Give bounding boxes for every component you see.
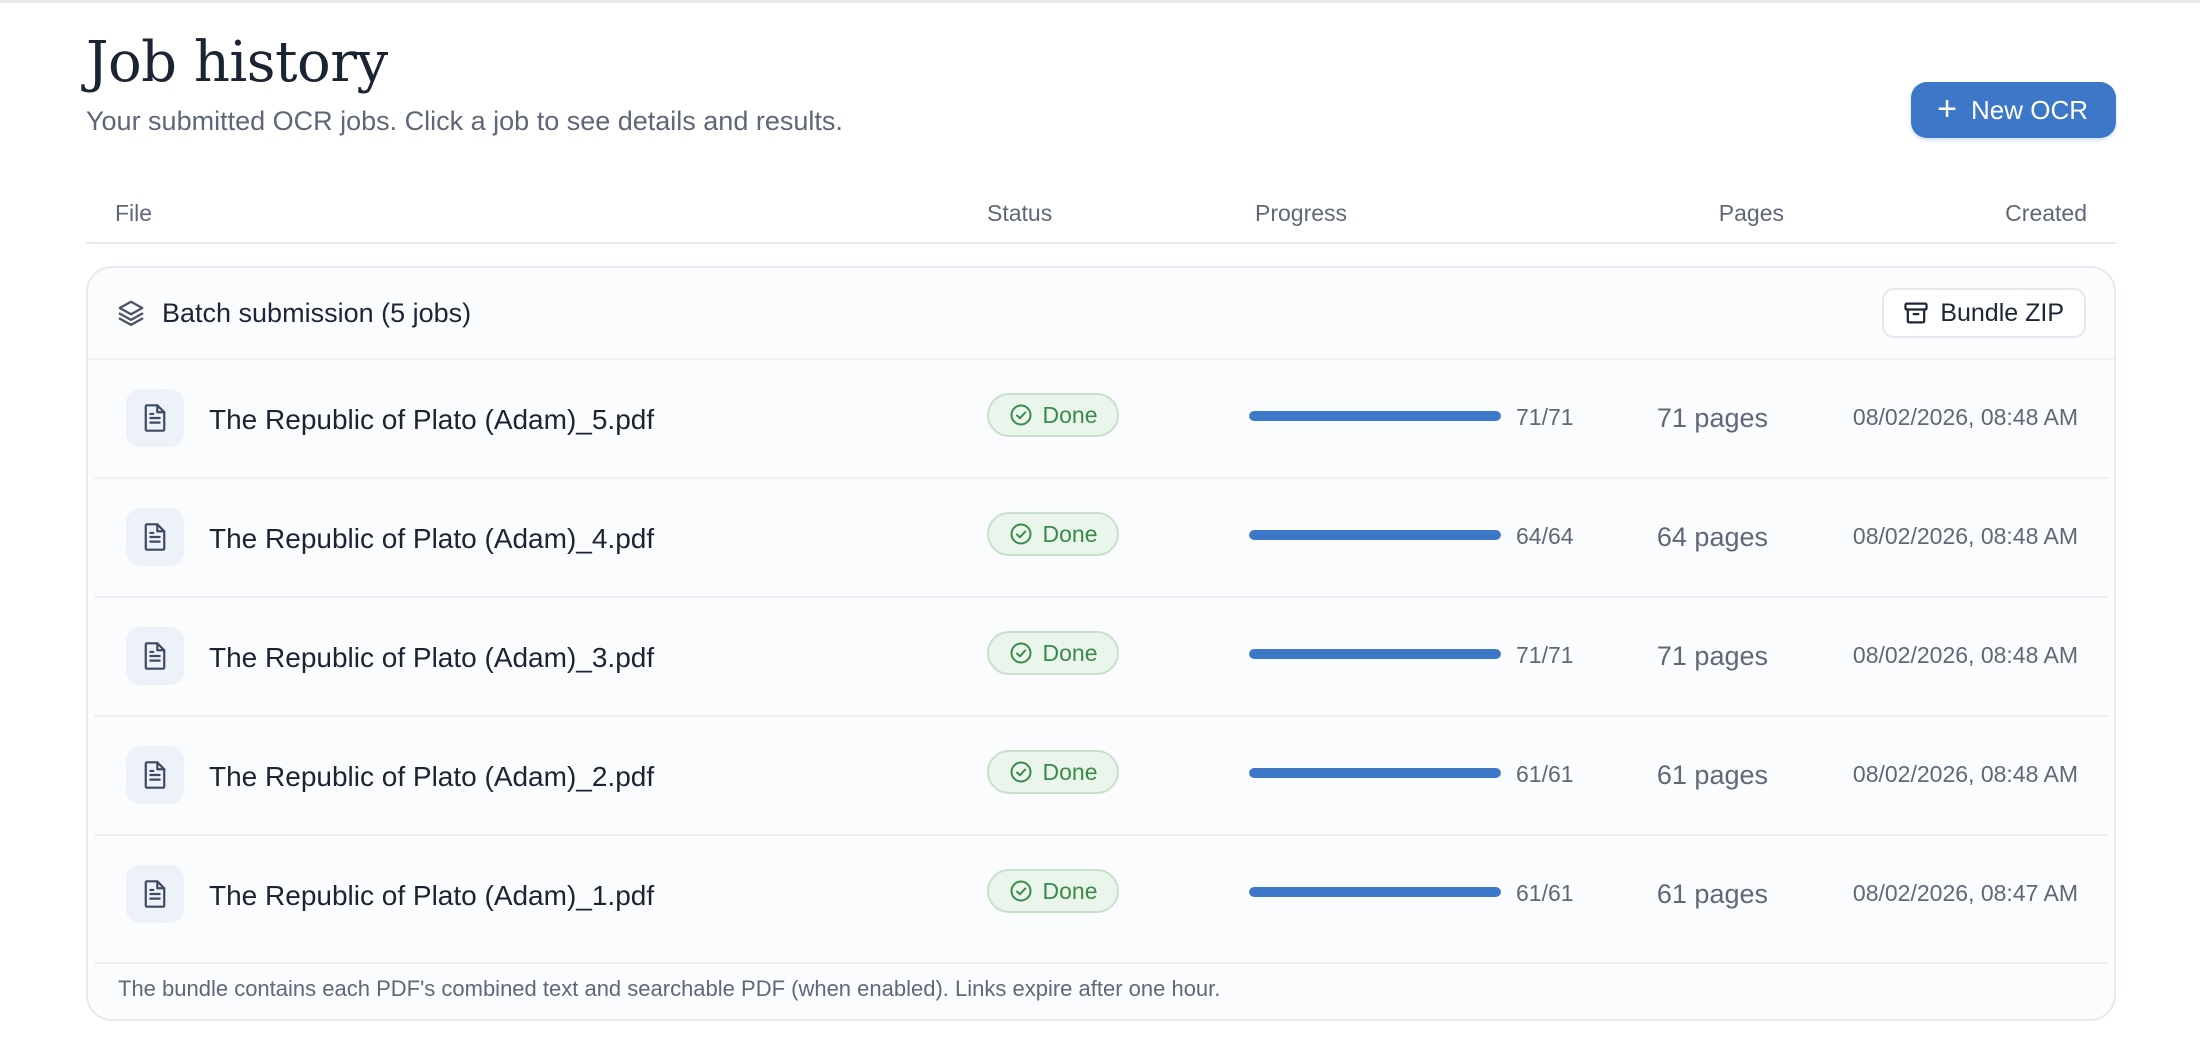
job-file-name: The Republic of Plato (Adam)_3.pdf [209, 642, 655, 673]
progress-count: 71/71 [1516, 404, 1574, 430]
job-file-name: The Republic of Plato (Adam)_1.pdf [209, 880, 655, 911]
column-header-created: Created [2005, 200, 2087, 226]
status-label: Done [1042, 758, 1098, 785]
status-badge: Done [987, 631, 1119, 675]
progress-bar [1249, 768, 1501, 778]
file-icon-box [126, 389, 184, 447]
progress-bar [1249, 530, 1501, 540]
progress-count: 64/64 [1516, 523, 1574, 549]
page-count: 71 pages [1656, 641, 1768, 671]
page-title: Job history [86, 30, 388, 95]
created-timestamp: 08/02/2026, 08:48 AM [1852, 523, 2078, 549]
new-ocr-button[interactable]: + New OCR [1911, 82, 2116, 138]
new-ocr-label: New OCR [1970, 94, 2088, 125]
progress-count: 61/61 [1516, 880, 1574, 906]
batch-card: Batch submission (5 jobs) Bundle ZIP The… [86, 266, 2116, 1021]
bundle-zip-label: Bundle ZIP [1940, 298, 2064, 327]
status-badge: Done [987, 393, 1119, 437]
job-list: The Republic of Plato (Adam)_5.pdf Done … [94, 360, 2108, 964]
page-subtitle: Your submitted OCR jobs. Click a job to … [86, 106, 843, 136]
job-row[interactable]: The Republic of Plato (Adam)_1.pdf Done … [94, 836, 2108, 964]
table-header: File Status Progress Pages Created [86, 196, 2116, 244]
job-file-name: The Republic of Plato (Adam)_4.pdf [209, 523, 655, 554]
progress-bar-fill [1249, 649, 1501, 659]
file-icon-box [126, 746, 184, 804]
job-row[interactable]: The Republic of Plato (Adam)_2.pdf Done … [94, 717, 2108, 836]
job-row[interactable]: The Republic of Plato (Adam)_4.pdf Done … [94, 479, 2108, 598]
progress-bar-fill [1249, 768, 1501, 778]
job-file-name: The Republic of Plato (Adam)_5.pdf [209, 404, 655, 435]
created-timestamp: 08/02/2026, 08:48 AM [1852, 761, 2078, 787]
archive-icon [1904, 302, 1928, 324]
status-label: Done [1042, 877, 1098, 904]
progress-bar [1249, 887, 1501, 897]
batch-header: Batch submission (5 jobs) Bundle ZIP [88, 268, 2114, 360]
progress-bar-fill [1249, 530, 1501, 540]
page-count: 71 pages [1656, 403, 1768, 433]
document-icon [144, 761, 166, 789]
status-badge: Done [987, 750, 1119, 794]
top-divider [0, 0, 2200, 3]
bundle-zip-button[interactable]: Bundle ZIP [1882, 288, 2086, 338]
created-timestamp: 08/02/2026, 08:48 AM [1852, 642, 2078, 668]
check-circle-icon [1010, 880, 1031, 902]
status-badge: Done [987, 512, 1119, 556]
status-label: Done [1042, 639, 1098, 666]
progress-bar-fill [1249, 887, 1501, 897]
job-row[interactable]: The Republic of Plato (Adam)_5.pdf Done … [94, 360, 2108, 479]
column-header-status: Status [987, 200, 1053, 226]
created-timestamp: 08/02/2026, 08:47 AM [1852, 880, 2078, 906]
job-file-name: The Republic of Plato (Adam)_2.pdf [209, 761, 655, 792]
check-circle-icon [1010, 404, 1031, 426]
file-icon-box [126, 865, 184, 923]
bundle-footnote: The bundle contains each PDF's combined … [118, 976, 1221, 1001]
file-icon-box [126, 508, 184, 566]
progress-bar-fill [1249, 411, 1501, 421]
progress-count: 61/61 [1516, 761, 1574, 787]
status-badge: Done [987, 869, 1119, 913]
layers-icon [118, 300, 144, 326]
status-label: Done [1042, 401, 1098, 428]
page-count: 61 pages [1656, 760, 1768, 790]
job-row[interactable]: The Republic of Plato (Adam)_3.pdf Done … [94, 598, 2108, 717]
column-header-pages: Pages [1718, 200, 1784, 226]
page-count: 61 pages [1656, 879, 1768, 909]
document-icon [144, 404, 166, 432]
document-icon [144, 523, 166, 551]
status-label: Done [1042, 520, 1098, 547]
check-circle-icon [1010, 523, 1031, 545]
check-circle-icon [1010, 761, 1031, 783]
created-timestamp: 08/02/2026, 08:48 AM [1852, 404, 2078, 430]
column-header-progress: Progress [1255, 200, 1348, 226]
batch-title: Batch submission (5 jobs) [162, 298, 472, 328]
check-circle-icon [1010, 642, 1031, 664]
document-icon [144, 880, 166, 908]
file-icon-box [126, 627, 184, 685]
progress-bar [1249, 411, 1501, 421]
page-count: 64 pages [1656, 522, 1768, 552]
column-header-file: File [115, 200, 153, 226]
document-icon [144, 642, 166, 670]
progress-count: 71/71 [1516, 642, 1574, 668]
progress-bar [1249, 649, 1501, 659]
plus-icon: + [1937, 89, 1957, 128]
